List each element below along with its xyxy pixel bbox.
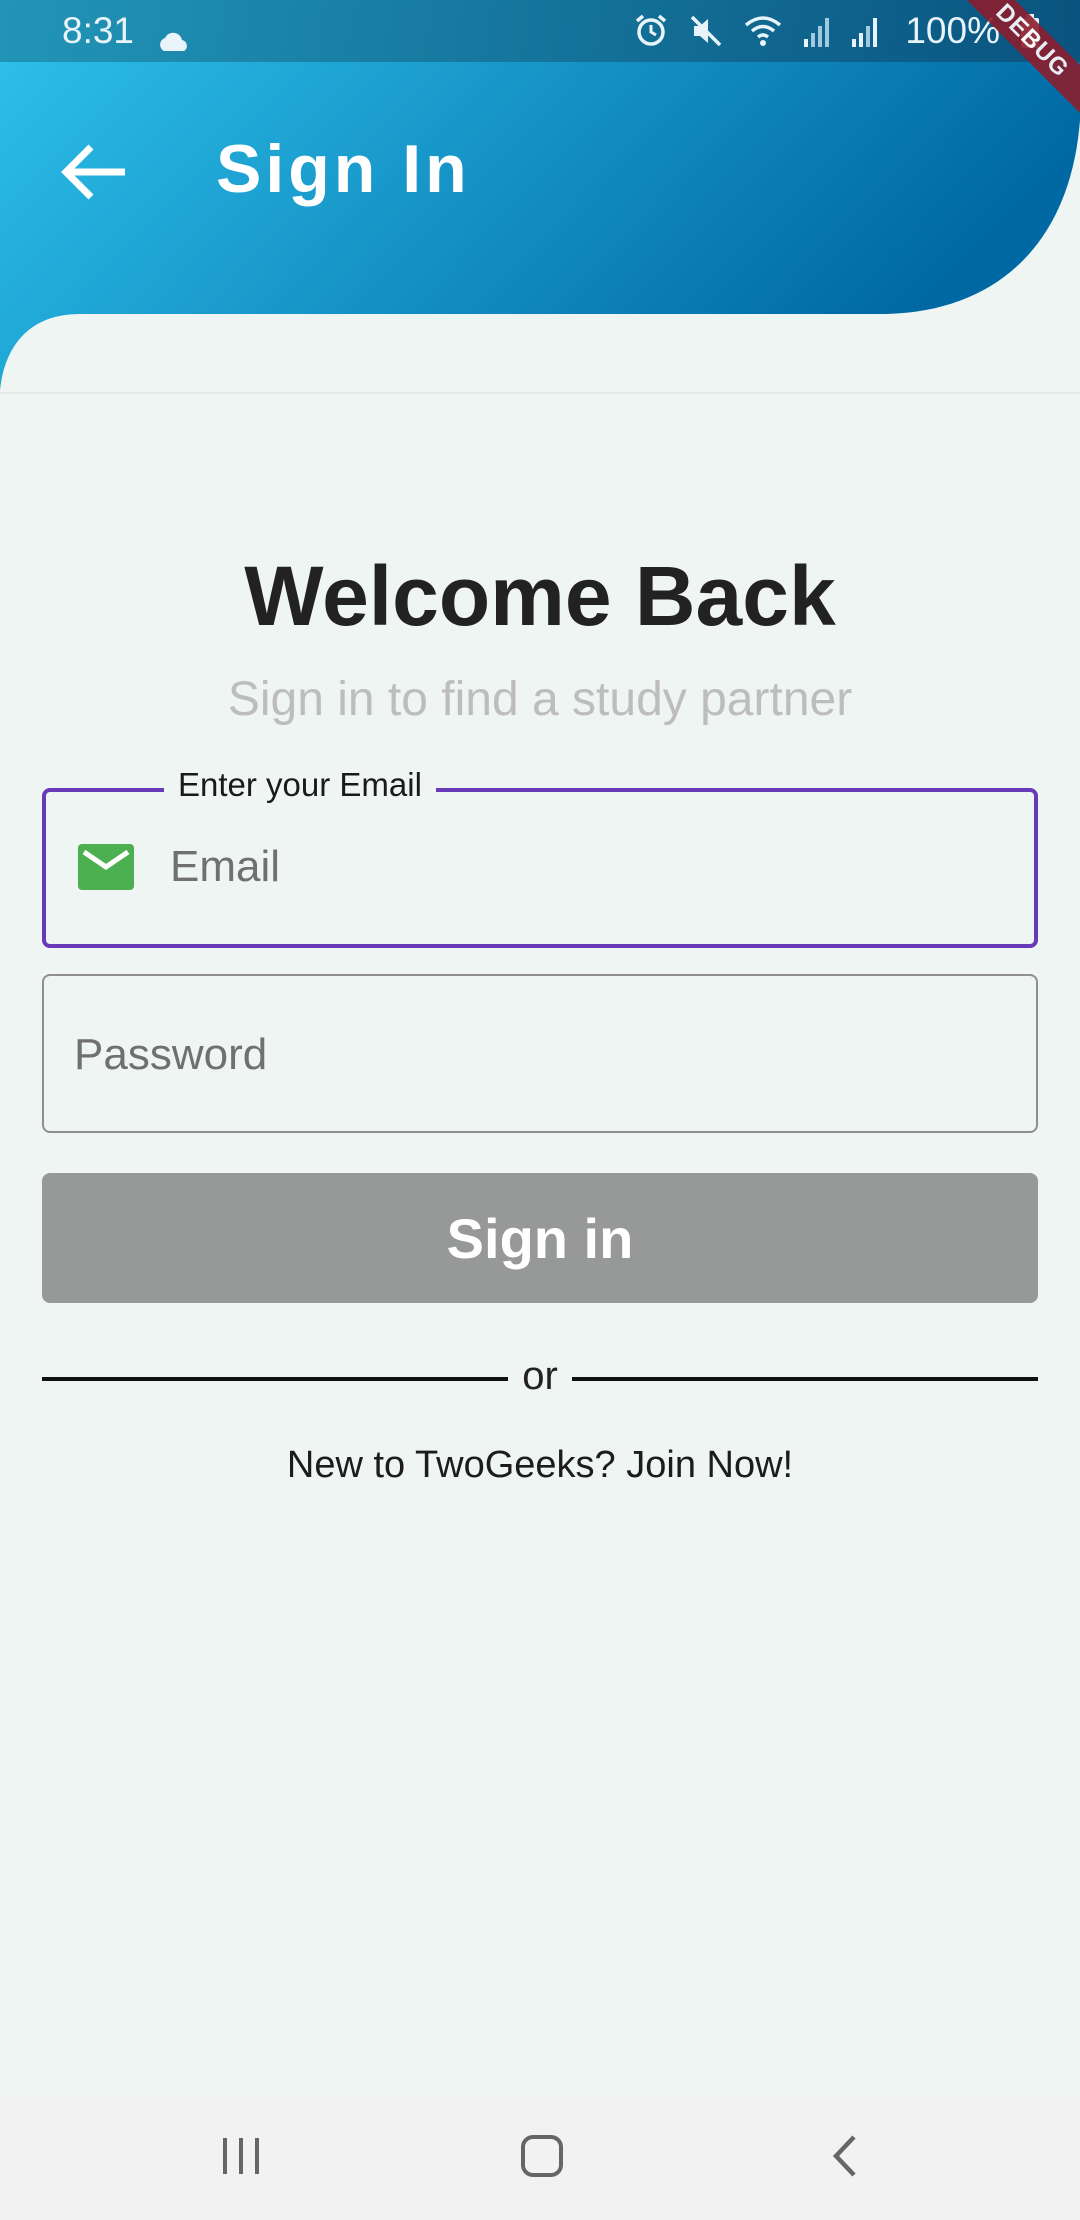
divider-right	[572, 1377, 1038, 1381]
signal-icon-1	[803, 15, 831, 47]
welcome-heading: Welcome Back	[244, 549, 836, 643]
status-icons: 100%	[633, 10, 1040, 52]
arrow-back-icon	[61, 142, 127, 207]
divider-left	[42, 1377, 508, 1381]
system-back-button[interactable]	[805, 2118, 885, 2198]
page-title: Sign In	[216, 131, 471, 207]
home-button[interactable]	[502, 2118, 582, 2198]
back-button[interactable]	[54, 134, 134, 214]
sign-in-screen: 8:31 100% DEBUG Sign In Welcome Back Sig…	[0, 0, 1080, 2220]
join-now-link[interactable]: New to TwoGeeks? Join Now!	[0, 1444, 1080, 1487]
sign-in-button[interactable]: Sign in	[42, 1173, 1038, 1303]
system-nav-bar	[0, 2096, 1080, 2220]
password-input[interactable]	[74, 1020, 1004, 1090]
recent-apps-button[interactable]	[201, 2118, 281, 2198]
password-field[interactable]	[42, 974, 1038, 1133]
signal-icon-2	[851, 15, 879, 47]
email-field[interactable]: Enter your Email	[42, 766, 1038, 948]
status-bar: 8:31 100%	[0, 0, 1080, 62]
recent-apps-icon	[219, 2136, 263, 2181]
mail-icon	[78, 844, 134, 895]
email-input[interactable]	[170, 832, 1010, 902]
cloud-icon	[156, 20, 192, 51]
divider-or-text: or	[522, 1354, 558, 1398]
chevron-left-icon	[828, 2133, 862, 2184]
alarm-icon	[633, 13, 669, 49]
mute-icon	[689, 14, 723, 48]
status-time: 8:31	[62, 10, 135, 51]
home-icon	[519, 2133, 565, 2184]
welcome-subtitle: Sign in to find a study partner	[227, 673, 853, 726]
wifi-icon	[743, 15, 783, 47]
email-field-label: Enter your Email	[164, 766, 436, 804]
